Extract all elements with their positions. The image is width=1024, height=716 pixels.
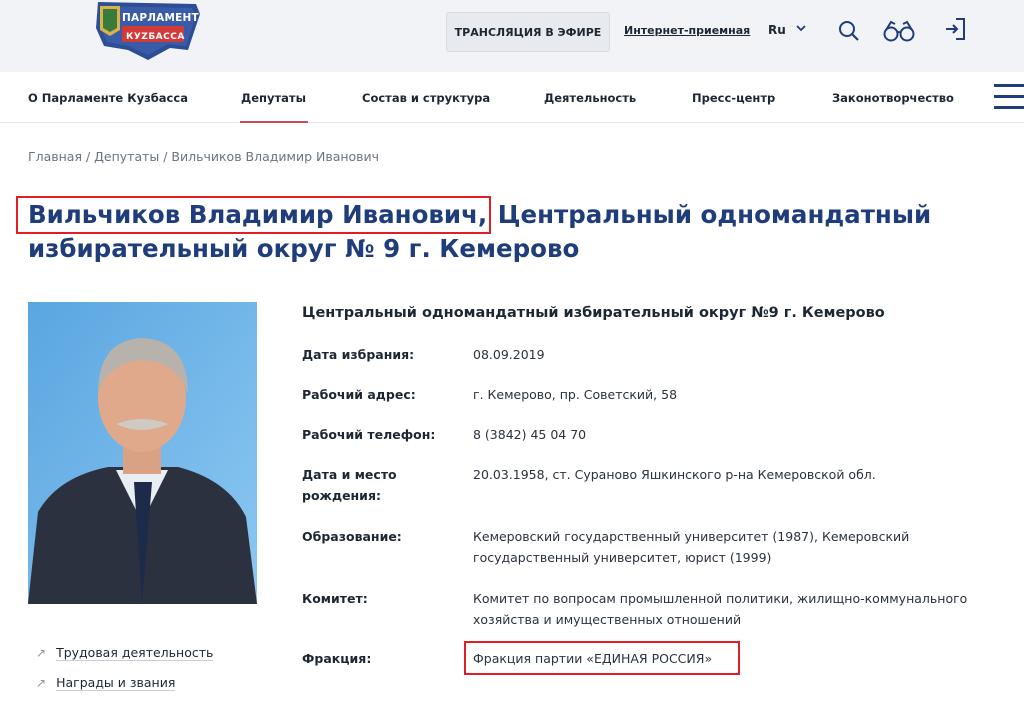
side-link-labor-activity[interactable]: ↗ Трудовая деятельность	[36, 645, 214, 661]
side-link-awards[interactable]: ↗ Награды и звания	[36, 675, 176, 691]
search-icon[interactable]	[838, 20, 860, 42]
nav-item-deputies[interactable]: Депутаты	[240, 91, 308, 123]
main-navigation: О Парламенте Кузбасса Депутаты Состав и …	[0, 72, 1024, 123]
info-label: Рабочий адрес:	[302, 387, 416, 402]
info-label: Рабочий телефон:	[302, 427, 436, 442]
page-title: Вильчиков Владимир Иванович, Центральный…	[15, 196, 988, 266]
arrow-icon: ↗	[36, 646, 47, 660]
language-selector[interactable]: Ru	[768, 23, 786, 37]
deputy-name-highlighted: Вильчиков Владимир Иванович,	[15, 196, 492, 234]
info-value: Комитет по вопросам промышленной политик…	[473, 591, 968, 627]
chevron-down-icon[interactable]	[795, 22, 807, 34]
logo-line1: ПАРЛАМЕНТ	[122, 12, 199, 24]
nav-item-press-center[interactable]: Пресс-центр	[692, 91, 775, 105]
info-value: Кемеровский государственный университет …	[473, 529, 910, 565]
info-label: Образование:	[302, 529, 402, 544]
nav-item-activity[interactable]: Деятельность	[544, 91, 636, 105]
parliament-logo[interactable]: ПАРЛАМЕНТ КУZБАССА	[92, 0, 204, 64]
faction-highlight	[464, 641, 740, 675]
info-value: 20.03.1958, ст. Сураново Яшкинского р-на…	[473, 467, 876, 482]
info-value: 08.09.2019	[473, 347, 545, 362]
internet-reception-link[interactable]: Интернет-приемная	[624, 24, 750, 37]
nav-item-about[interactable]: О Парламенте Кузбасса	[28, 91, 188, 105]
info-value: г. Кемерово, пр. Советский, 58	[473, 387, 678, 402]
info-label: Фракция:	[302, 651, 372, 666]
district-heading: Центральный одномандатный избирательный …	[302, 305, 885, 321]
info-value: 8 (3842) 45 04 70	[473, 427, 587, 442]
info-label: Комитет:	[302, 591, 368, 606]
low-vision-glasses-icon[interactable]	[882, 20, 916, 42]
broadcast-button[interactable]: ТРАНСЛЯЦИЯ В ЭФИРЕ	[446, 12, 610, 52]
nav-item-structure[interactable]: Состав и структура	[362, 91, 490, 105]
login-icon[interactable]	[942, 16, 968, 42]
breadcrumb[interactable]: Главная / Депутаты / Вильчиков Владимир …	[28, 149, 379, 164]
info-label: Дата и место рождения:	[302, 467, 397, 503]
nav-item-lawmaking[interactable]: Законотворчество	[832, 91, 954, 105]
arrow-icon: ↗	[36, 676, 47, 690]
info-label: Дата избрания:	[302, 347, 415, 362]
top-header: ПАРЛАМЕНТ КУZБАССА ТРАНСЛЯЦИЯ В ЭФИРЕ Ин…	[0, 0, 1024, 72]
deputy-photo	[28, 302, 257, 604]
menu-icon[interactable]	[994, 84, 1024, 110]
logo-line2: КУZБАССА	[126, 32, 185, 42]
